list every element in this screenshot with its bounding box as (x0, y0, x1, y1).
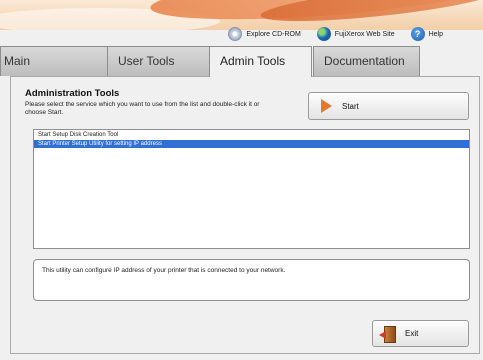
list-item[interactable]: Start Printer Setup Utility for setting … (34, 140, 469, 148)
description-box: This utility can configure IP address of… (33, 259, 470, 301)
exit-button-label: Exit (405, 329, 419, 338)
explore-cd-rom-label: Explore CD-ROM (246, 30, 301, 38)
top-links: Explore CD-ROM FujiXerox Web Site ? Help (228, 24, 443, 44)
service-list[interactable]: Start Setup Disk Creation Tool Start Pri… (33, 129, 470, 249)
tab-main[interactable]: Main (0, 46, 112, 76)
tab-documentation[interactable]: Documentation (313, 46, 420, 76)
start-button-label: Start (342, 101, 359, 111)
tab-bar: Main User Tools Admin Tools Documentatio… (0, 46, 483, 77)
tab-user-tools[interactable]: User Tools (107, 46, 210, 76)
help-icon: ? (410, 27, 425, 41)
tab-label: Documentation (324, 54, 405, 68)
tab-label: Main (4, 54, 31, 68)
web-site-link[interactable]: FujiXerox Web Site (316, 27, 395, 41)
list-item[interactable]: Start Setup Disk Creation Tool (34, 131, 469, 139)
start-button[interactable]: Start (308, 92, 469, 120)
help-link[interactable]: ? Help (410, 27, 443, 41)
section-title: Administration Tools (25, 88, 120, 99)
cd-rom-icon (228, 27, 243, 41)
tab-label: Admin Tools (220, 54, 286, 68)
exit-button[interactable]: Exit (372, 320, 469, 347)
section-description: Please select the service which you want… (25, 101, 260, 116)
help-label: Help (428, 30, 443, 38)
play-icon (321, 99, 332, 113)
explore-cd-rom-link[interactable]: Explore CD-ROM (228, 27, 301, 41)
description-text: This utility can configure IP address of… (42, 267, 286, 274)
tab-admin-tools[interactable]: Admin Tools (209, 46, 312, 77)
globe-icon (316, 27, 331, 41)
web-site-label: FujiXerox Web Site (334, 30, 395, 38)
exit-door-icon (379, 325, 397, 343)
tab-label: User Tools (118, 54, 175, 68)
